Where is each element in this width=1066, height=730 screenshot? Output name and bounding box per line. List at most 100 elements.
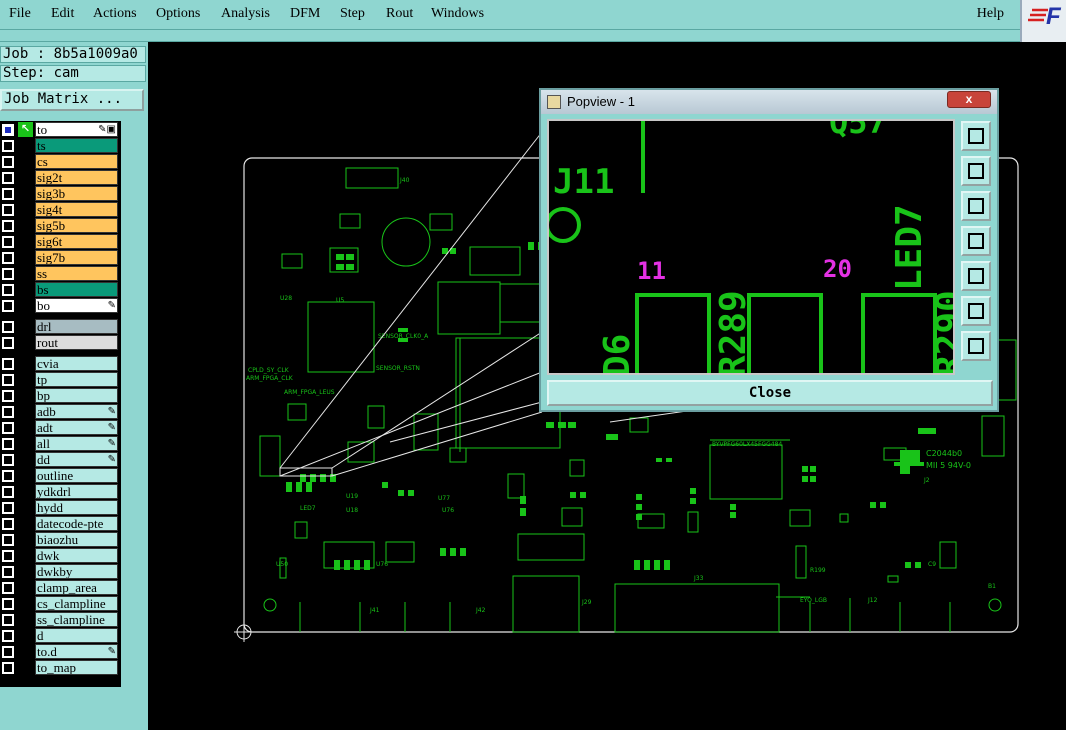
layer-checkbox[interactable] xyxy=(2,518,14,530)
layer-row-to-d[interactable]: to.d ✎ xyxy=(0,644,121,659)
layer-checkbox[interactable] xyxy=(2,662,14,674)
popview-close-button[interactable]: Close xyxy=(547,380,993,406)
layer-row-adb[interactable]: adb ✎ xyxy=(0,404,121,419)
zoom-home-icon[interactable] xyxy=(961,121,991,151)
layer-name[interactable]: dwk xyxy=(35,548,118,563)
layer-checkbox[interactable] xyxy=(2,156,14,168)
layer-row-adt[interactable]: adt ✎ xyxy=(0,420,121,435)
layer-checkbox[interactable] xyxy=(2,470,14,482)
layer-row-ts[interactable]: ts xyxy=(0,138,121,153)
layer-name[interactable]: drl xyxy=(35,319,118,334)
layer-name[interactable]: hydd xyxy=(35,500,118,515)
menu-windows[interactable]: Windows xyxy=(431,6,484,22)
layer-checkbox[interactable] xyxy=(2,390,14,402)
menu-step[interactable]: Step xyxy=(340,6,365,22)
layer-checkbox[interactable] xyxy=(2,140,14,152)
layer-name[interactable]: to ✎▣ xyxy=(35,122,118,137)
layer-name[interactable]: d xyxy=(35,628,118,643)
layer-checkbox[interactable] xyxy=(2,582,14,594)
pan-up-icon[interactable] xyxy=(961,156,991,186)
layer-row-clamp-area[interactable]: clamp_area xyxy=(0,580,121,595)
popview-zoom-view[interactable]: J11 Q57 LED7 R289 R290 D6 11 20 xyxy=(547,119,955,375)
layer-name[interactable]: tp xyxy=(35,372,118,387)
layer-row-ss-clampline[interactable]: ss_clampline xyxy=(0,612,121,627)
layer-name[interactable]: datecode-pte xyxy=(35,516,118,531)
layer-name[interactable]: cs_clampline xyxy=(35,596,118,611)
pan-down-icon[interactable] xyxy=(961,191,991,221)
layer-row-tp[interactable]: tp xyxy=(0,372,121,387)
layer-name[interactable]: bo ✎ xyxy=(35,298,118,313)
layer-row-cs[interactable]: cs xyxy=(0,154,121,169)
layer-checkbox[interactable] xyxy=(2,220,14,232)
layer-row-sig5b[interactable]: sig5b xyxy=(0,218,121,233)
layer-checkbox[interactable] xyxy=(2,502,14,514)
layer-row-outline[interactable]: outline xyxy=(0,468,121,483)
layer-row-all[interactable]: all ✎ xyxy=(0,436,121,451)
layer-row-d[interactable]: d xyxy=(0,628,121,643)
layer-name[interactable]: clamp_area xyxy=(35,580,118,595)
layer-name[interactable]: to_map xyxy=(35,660,118,675)
job-matrix-button[interactable]: Job Matrix ... xyxy=(0,89,144,111)
menu-analysis[interactable]: Analysis xyxy=(221,6,270,22)
layer-row-cvia[interactable]: cvia xyxy=(0,356,121,371)
layer-checkbox[interactable] xyxy=(2,358,14,370)
layer-row-hydd[interactable]: hydd xyxy=(0,500,121,515)
layer-row-bp[interactable]: bp xyxy=(0,388,121,403)
layer-checkbox[interactable] xyxy=(2,172,14,184)
layer-row-biaozhu[interactable]: biaozhu xyxy=(0,532,121,547)
menu-edit[interactable]: Edit xyxy=(51,6,74,22)
layer-checkbox[interactable] xyxy=(2,374,14,386)
layer-name[interactable]: all ✎ xyxy=(35,436,118,451)
layer-checkbox[interactable] xyxy=(2,268,14,280)
layer-checkbox[interactable] xyxy=(2,236,14,248)
layer-row-sig7b[interactable]: sig7b xyxy=(0,250,121,265)
layer-checkbox[interactable] xyxy=(2,646,14,658)
layer-row-dwk[interactable]: dwk xyxy=(0,548,121,563)
layer-name[interactable]: dwkby xyxy=(35,564,118,579)
layer-checkbox[interactable] xyxy=(2,486,14,498)
layer-name[interactable]: sig5b xyxy=(35,218,118,233)
layer-checkbox[interactable] xyxy=(2,454,14,466)
layer-checkbox[interactable] xyxy=(2,337,14,349)
window-close-button[interactable]: x xyxy=(947,91,991,108)
layer-row-ss[interactable]: ss xyxy=(0,266,121,281)
layer-row-datecode-pte[interactable]: datecode-pte xyxy=(0,516,121,531)
menu-file[interactable]: File xyxy=(9,6,31,22)
layer-name[interactable]: sig6t xyxy=(35,234,118,249)
zoom-out-icon[interactable] xyxy=(961,296,991,326)
layer-row-to-map[interactable]: to_map xyxy=(0,660,121,675)
layer-name[interactable]: ts xyxy=(35,138,118,153)
zoom-in-icon[interactable] xyxy=(961,331,991,361)
layer-checkbox[interactable] xyxy=(2,438,14,450)
layer-name[interactable]: to.d ✎ xyxy=(35,644,118,659)
layer-name[interactable]: cvia xyxy=(35,356,118,371)
layer-name[interactable]: adb ✎ xyxy=(35,404,118,419)
layer-name[interactable]: outline xyxy=(35,468,118,483)
layer-name[interactable]: cs xyxy=(35,154,118,169)
layer-checkbox[interactable] xyxy=(2,614,14,626)
layer-checkbox[interactable] xyxy=(2,422,14,434)
layer-row-dwkby[interactable]: dwkby xyxy=(0,564,121,579)
layer-checkbox[interactable] xyxy=(2,630,14,642)
menu-dfm[interactable]: DFM xyxy=(290,6,320,22)
pan-left-icon[interactable] xyxy=(961,226,991,256)
layer-name[interactable]: sig2t xyxy=(35,170,118,185)
popview-titlebar[interactable]: Popview - 1 x xyxy=(541,90,997,114)
layer-name[interactable]: adt ✎ xyxy=(35,420,118,435)
layer-checkbox[interactable] xyxy=(2,284,14,296)
layer-row-to[interactable]: ↖ to ✎▣ xyxy=(0,122,121,137)
layer-name[interactable]: dd ✎ xyxy=(35,452,118,467)
layer-row-rout[interactable]: rout xyxy=(0,335,121,350)
layer-checkbox[interactable] xyxy=(2,188,14,200)
layer-name[interactable]: biaozhu xyxy=(35,532,118,547)
layer-checkbox[interactable] xyxy=(2,406,14,418)
layer-name[interactable]: bp xyxy=(35,388,118,403)
layer-checkbox[interactable] xyxy=(2,204,14,216)
menu-options[interactable]: Options xyxy=(156,6,200,22)
layer-checkbox[interactable] xyxy=(2,124,14,136)
layer-row-sig3b[interactable]: sig3b xyxy=(0,186,121,201)
layer-checkbox[interactable] xyxy=(2,252,14,264)
layer-row-bs[interactable]: bs xyxy=(0,282,121,297)
layer-name[interactable]: sig3b xyxy=(35,186,118,201)
layer-checkbox[interactable] xyxy=(2,598,14,610)
